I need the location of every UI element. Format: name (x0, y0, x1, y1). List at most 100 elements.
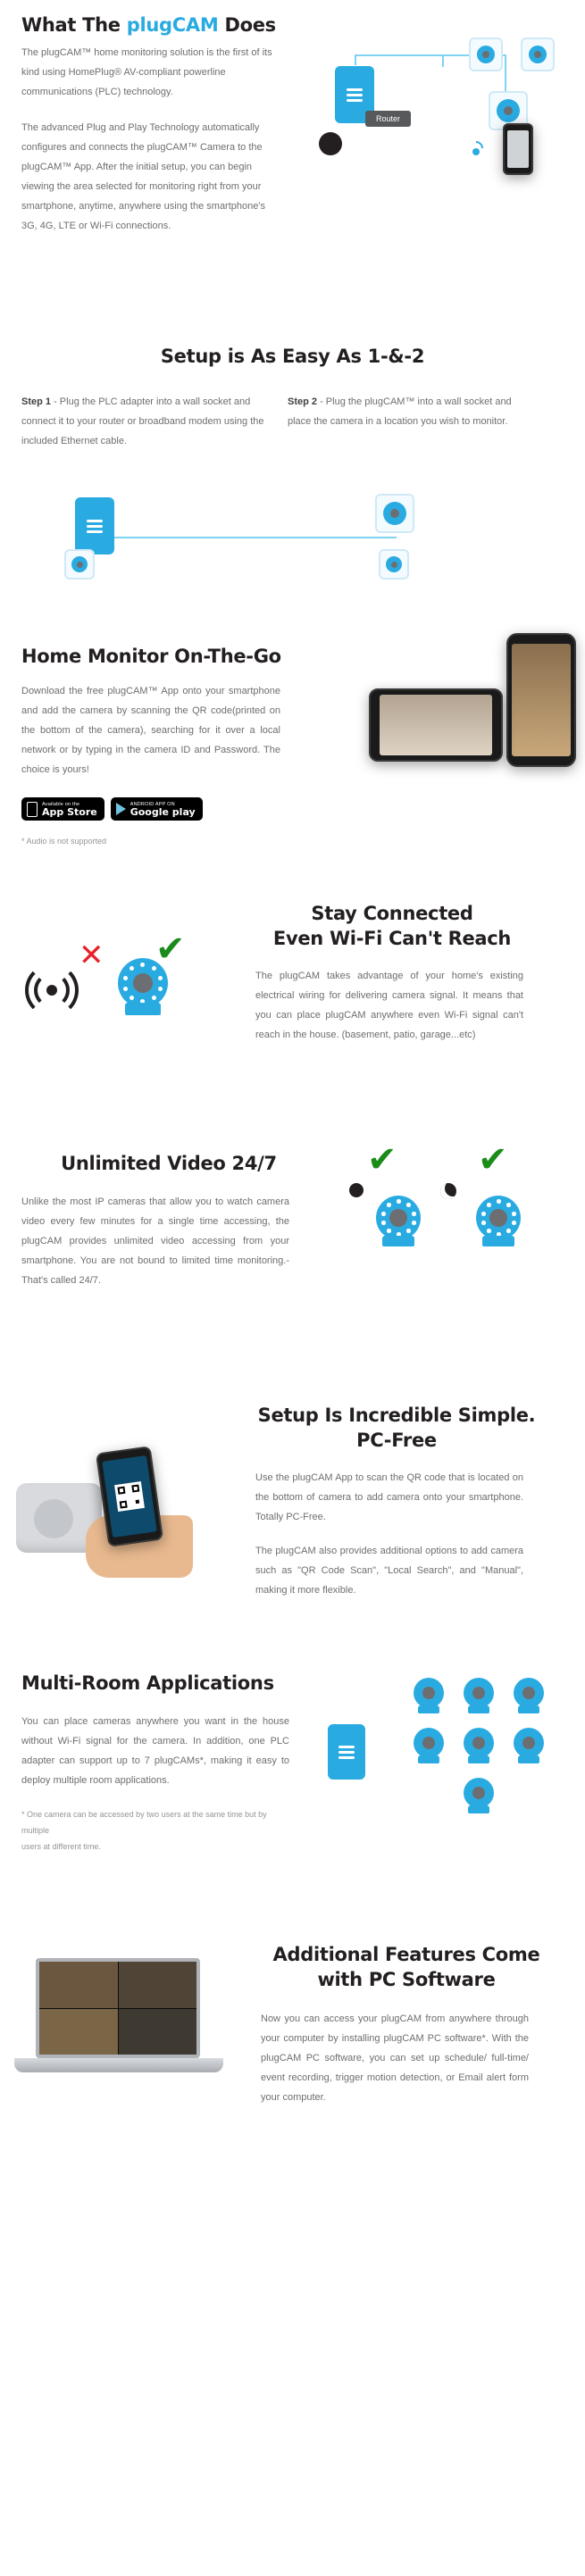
camera-icon (386, 556, 402, 573)
section-stay-connected: Stay Connected Even Wi-Fi Can't Reach Th… (0, 880, 585, 1130)
google-play-badge[interactable]: ANDROID APP ON Google play (110, 797, 203, 821)
laptop-art (14, 1958, 247, 2119)
plc-adapter-icon (75, 497, 114, 555)
app-store-badge-label: App Store (42, 805, 97, 818)
smartphone-gallery-art (312, 633, 580, 838)
camera-icon (414, 1678, 444, 1713)
stay-connected-title-line1: Stay Connected (311, 903, 473, 924)
laptop-base (14, 2058, 223, 2072)
hand-scanning-qr-art (16, 1433, 239, 1603)
video-tile (39, 2008, 118, 2055)
pc-free-title-line2: PC-Free (356, 1430, 437, 1452)
multi-room-footnote-line2: users at different time. (21, 1842, 101, 1852)
pc-free-paragraph-1: Use the plugCAM App to scan the QR code … (255, 1471, 523, 1522)
intro-paragraph-2: The advanced Plug and Play Technology au… (21, 122, 265, 232)
plc-adapter-icon (328, 1724, 365, 1780)
green-check-icon: ✔ (155, 929, 186, 970)
camera-icon (477, 46, 495, 63)
camera-icon (497, 99, 520, 122)
phone-with-qr (95, 1446, 164, 1547)
audio-footnote: * Audio is not supported (21, 837, 107, 846)
camera-node (375, 494, 414, 534)
plc-adapter-slots (338, 1743, 355, 1762)
multi-camera-grid-art (328, 1678, 569, 1847)
step1-label: Step 1 (21, 396, 52, 408)
pc-free-paragraph-2: The plugCAM also provides additional opt… (255, 1545, 523, 1596)
moon-icon (440, 1183, 456, 1199)
pc-software-title-line1: Additional Features Come (272, 1944, 540, 1965)
day-night-art: ✔ ✔ (344, 1142, 558, 1280)
title-brand: plugCAM (126, 14, 219, 36)
camera-icon (464, 1778, 494, 1813)
step1-text: - Plug the PLC adapter into a wall socke… (21, 396, 264, 447)
wall-outlet-left (64, 549, 95, 580)
stay-connected-paragraph: The plugCAM takes advantage of your home… (255, 970, 523, 1040)
step2-text: - Plug the plugCAM™ into a wall socket a… (288, 396, 512, 428)
smartphone-icon (503, 123, 533, 175)
intro-paragraph-1: The plugCAM™ home monitoring solution is… (21, 47, 272, 98)
title-part-1: What The (21, 14, 127, 36)
unlimited-video-paragraph: Unlike the most IP cameras that allow yo… (21, 1196, 289, 1287)
unlimited-video-title: Unlimited Video 24/7 (61, 1153, 277, 1174)
section-what-plugcam-does: What The plugCAM Does The plugCAM™ home … (0, 0, 585, 335)
section-pc-software: Additional Features Come with PC Softwar… (0, 1915, 585, 2174)
network-diagram: Router (299, 27, 576, 259)
green-check-icon-day: ✔ (367, 1139, 397, 1180)
camera-icon (383, 502, 406, 526)
wifi-vs-plc-art: ✕ ✔ (14, 931, 238, 1042)
outlet-node-top-left (469, 38, 503, 71)
camera-icon (414, 1728, 444, 1763)
outlet-node-top-middle (521, 38, 555, 71)
camera-icon (376, 1196, 421, 1246)
section-setup-easy: Setup is As Easy As 1-&-2 Step 1 - Plug … (0, 335, 585, 621)
phone-portrait (506, 633, 576, 767)
play-triangle-icon (115, 803, 126, 816)
on-the-go-paragraph: Download the free plugCAM™ App onto your… (21, 686, 280, 776)
diagram-link-left-down (355, 54, 356, 65)
setup-step-2: Step 2 - Plug the plugCAM™ into a wall s… (288, 392, 531, 451)
globe-icon (319, 132, 342, 155)
wall-outlet-right (379, 549, 409, 580)
stay-connected-title: Stay Connected Even Wi-Fi Can't Reach (245, 901, 539, 952)
red-x-icon: ✕ (79, 938, 104, 973)
camera-icon (514, 1678, 544, 1713)
section-setup-pc-free: Setup Is Incredible Simple. PC-Free Use … (0, 1380, 585, 1647)
camera-icon (514, 1728, 544, 1763)
multi-room-footnote-line1: * One camera can be accessed by two user… (21, 1810, 267, 1836)
pc-software-paragraph: Now you can access your plugCAM from any… (261, 2013, 529, 2103)
google-play-badge-label: Google play (130, 805, 196, 818)
section-home-monitor-on-the-go: Home Monitor On-The-Go Download the free… (0, 621, 585, 880)
pc-software-title: Additional Features Come with PC Softwar… (250, 1942, 563, 1993)
title-part-2: Does (218, 14, 276, 36)
video-tile (118, 1962, 196, 2008)
video-tile (118, 2008, 196, 2055)
phone-landscape (369, 688, 503, 762)
step2-label: Step 2 (288, 396, 318, 408)
setup-title: Setup is As Easy As 1-&-2 (160, 346, 425, 367)
app-store-badges: Available on the App Store ANDROID APP O… (21, 797, 280, 821)
plc-adapter-slots (347, 86, 363, 104)
diagram-link-right-down (505, 54, 506, 96)
setup-diagram-link (107, 537, 397, 539)
marketing-page: What The plugCAM Does The plugCAM™ home … (0, 0, 585, 2174)
camera-icon (464, 1678, 494, 1713)
camera-icon (476, 1196, 521, 1246)
laptop-screen (36, 1958, 200, 2058)
multi-room-paragraph: You can place cameras anywhere you want … (21, 1716, 289, 1787)
camera-icon (71, 556, 88, 573)
setup-step-1: Step 1 - Plug the PLC adapter into a wal… (21, 392, 264, 451)
pc-software-title-line2: with PC Software (317, 1969, 496, 1991)
sun-icon (349, 1183, 364, 1197)
setup-diagram (21, 490, 564, 588)
green-check-icon-night: ✔ (478, 1139, 508, 1180)
camera-icon (464, 1728, 494, 1763)
pc-free-title-line1: Setup Is Incredible Simple. (257, 1405, 536, 1426)
section-multi-room: Multi-Room Applications You can place ca… (0, 1647, 585, 1915)
router-label: Router (365, 111, 412, 127)
stay-connected-title-line2: Even Wi-Fi Can't Reach (272, 928, 512, 950)
section-unlimited-video: Unlimited Video 24/7 Unlike the most IP … (0, 1130, 585, 1380)
camera-icon (529, 46, 547, 63)
video-tile (39, 1962, 118, 2008)
plc-adapter-slots (87, 517, 103, 536)
app-store-badge[interactable]: Available on the App Store (21, 797, 104, 821)
